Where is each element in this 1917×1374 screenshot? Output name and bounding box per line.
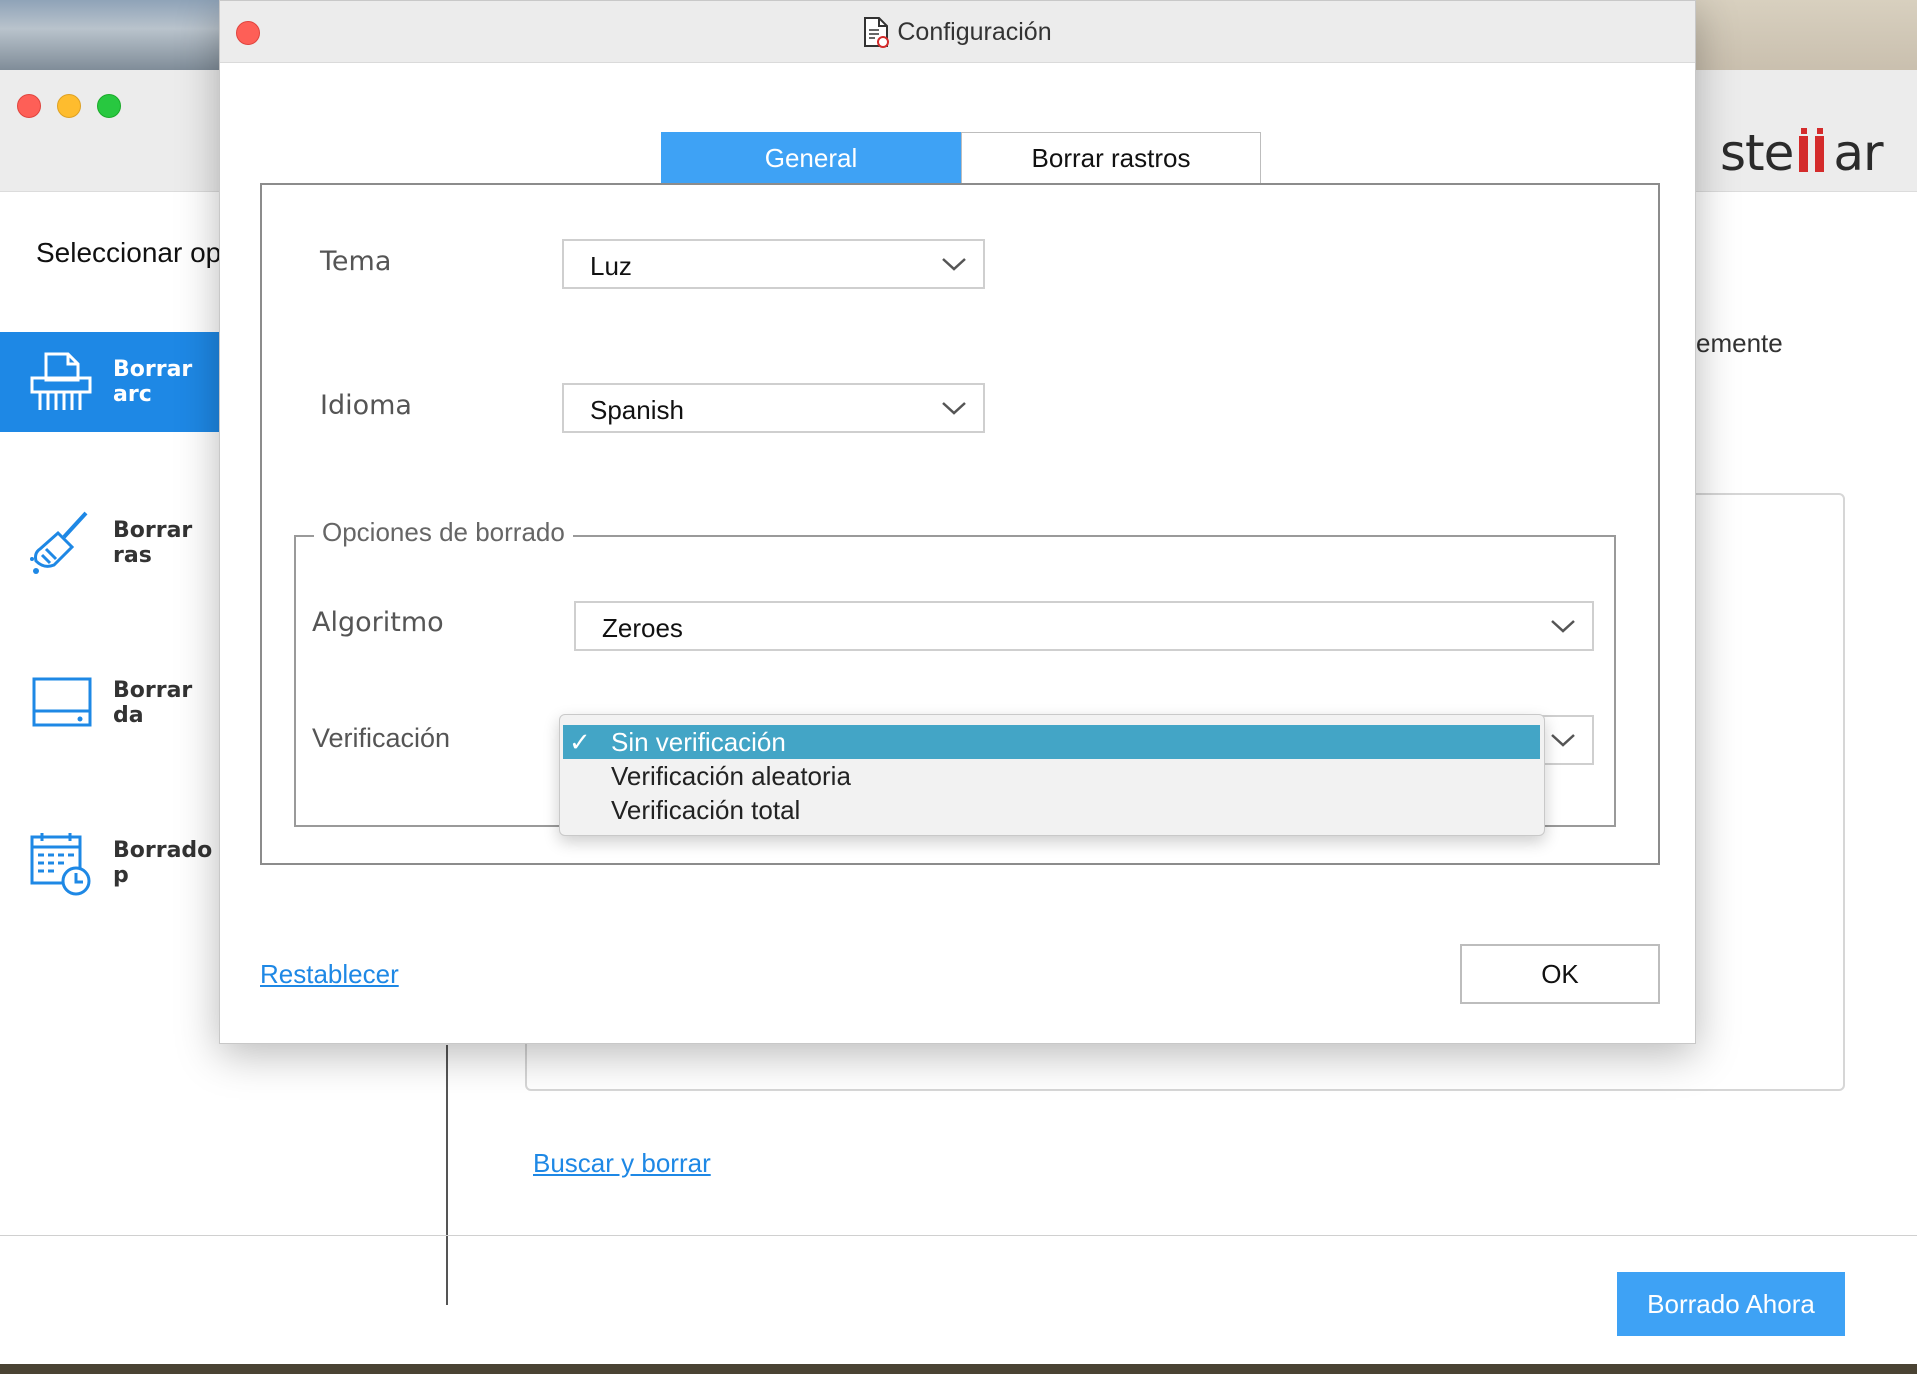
sidebar-divider	[446, 1045, 448, 1305]
ok-button[interactable]: OK	[1460, 944, 1660, 1004]
dropdown-option-random-verification[interactable]: Verificación aleatoria	[560, 759, 1544, 793]
reset-link[interactable]: Restablecer	[260, 959, 399, 990]
window-minimize-button[interactable]	[57, 94, 81, 118]
option-label: Verificación total	[611, 795, 801, 825]
sidebar-item-erase-drive[interactable]: Borrar da	[0, 653, 220, 753]
calendar-clock-icon	[30, 833, 91, 896]
search-and-erase-link[interactable]: Buscar y borrar	[533, 1148, 711, 1179]
language-label: Idioma	[320, 390, 412, 421]
erase-now-button[interactable]: Borrado Ahora	[1617, 1272, 1845, 1336]
sidebar-item-label: Borrado p	[113, 838, 213, 888]
dialog-titlebar: Configuración	[220, 1, 1695, 63]
checkmark-icon: ✓	[569, 727, 591, 757]
logo-bars-icon	[1793, 128, 1833, 174]
option-label: Verificación aleatoria	[611, 761, 851, 791]
chevron-down-icon	[942, 402, 966, 415]
erase-options-legend: Opciones de borrado	[314, 517, 573, 548]
shredder-icon	[30, 352, 92, 410]
tab-erase-traces[interactable]: Borrar rastros	[961, 132, 1261, 184]
sidebar-item-label: Borrar arc	[113, 357, 193, 407]
option-label: Sin verificación	[611, 727, 786, 757]
sidebar-item-erase-files[interactable]: Borrar arc	[0, 332, 220, 432]
sidebar-item-label: Borrar da	[113, 678, 193, 728]
verification-dropdown-menu: ✓ Sin verificación Verificación aleatori…	[559, 714, 1545, 836]
desktop-background-right	[1690, 0, 1917, 72]
chevron-down-icon	[1551, 734, 1575, 747]
description-text-fragment: emente	[1696, 328, 1783, 358]
drive-icon	[32, 677, 92, 727]
sidebar-item-scheduled-erase[interactable]: Borrado p	[0, 813, 220, 913]
theme-select[interactable]: Luz	[562, 239, 985, 289]
verification-label: Verificación	[312, 723, 451, 753]
language-select[interactable]: Spanish	[562, 383, 985, 433]
algorithm-select[interactable]: Zeroes	[574, 601, 1594, 651]
theme-label: Tema	[320, 246, 392, 277]
sidebar-item-label: Borrar ras	[113, 518, 193, 568]
stellar-logo: ste ar	[1720, 124, 1884, 182]
algorithm-label: Algoritmo	[312, 607, 444, 638]
window-close-button[interactable]	[17, 94, 41, 118]
desktop-background-bottom	[0, 1364, 1917, 1374]
language-value: Spanish	[590, 395, 684, 425]
algorithm-value: Zeroes	[602, 613, 683, 643]
dropdown-option-total-verification[interactable]: Verificación total	[560, 793, 1544, 827]
broom-icon	[30, 511, 88, 574]
select-option-heading: Seleccionar op	[36, 237, 222, 268]
dropdown-option-no-verification[interactable]: ✓ Sin verificación	[563, 725, 1540, 759]
settings-dialog: Configuración General Borrar rastros Tem…	[219, 0, 1696, 1044]
chevron-down-icon	[942, 258, 966, 271]
footer-divider	[0, 1235, 1917, 1236]
chevron-down-icon	[1551, 620, 1575, 633]
dialog-title: Configuración	[897, 17, 1052, 46]
sidebar-item-erase-traces[interactable]: Borrar ras	[0, 493, 220, 593]
document-settings-icon	[864, 17, 890, 48]
tab-general[interactable]: General	[661, 132, 961, 184]
theme-value: Luz	[590, 251, 632, 281]
window-zoom-button[interactable]	[97, 94, 121, 118]
